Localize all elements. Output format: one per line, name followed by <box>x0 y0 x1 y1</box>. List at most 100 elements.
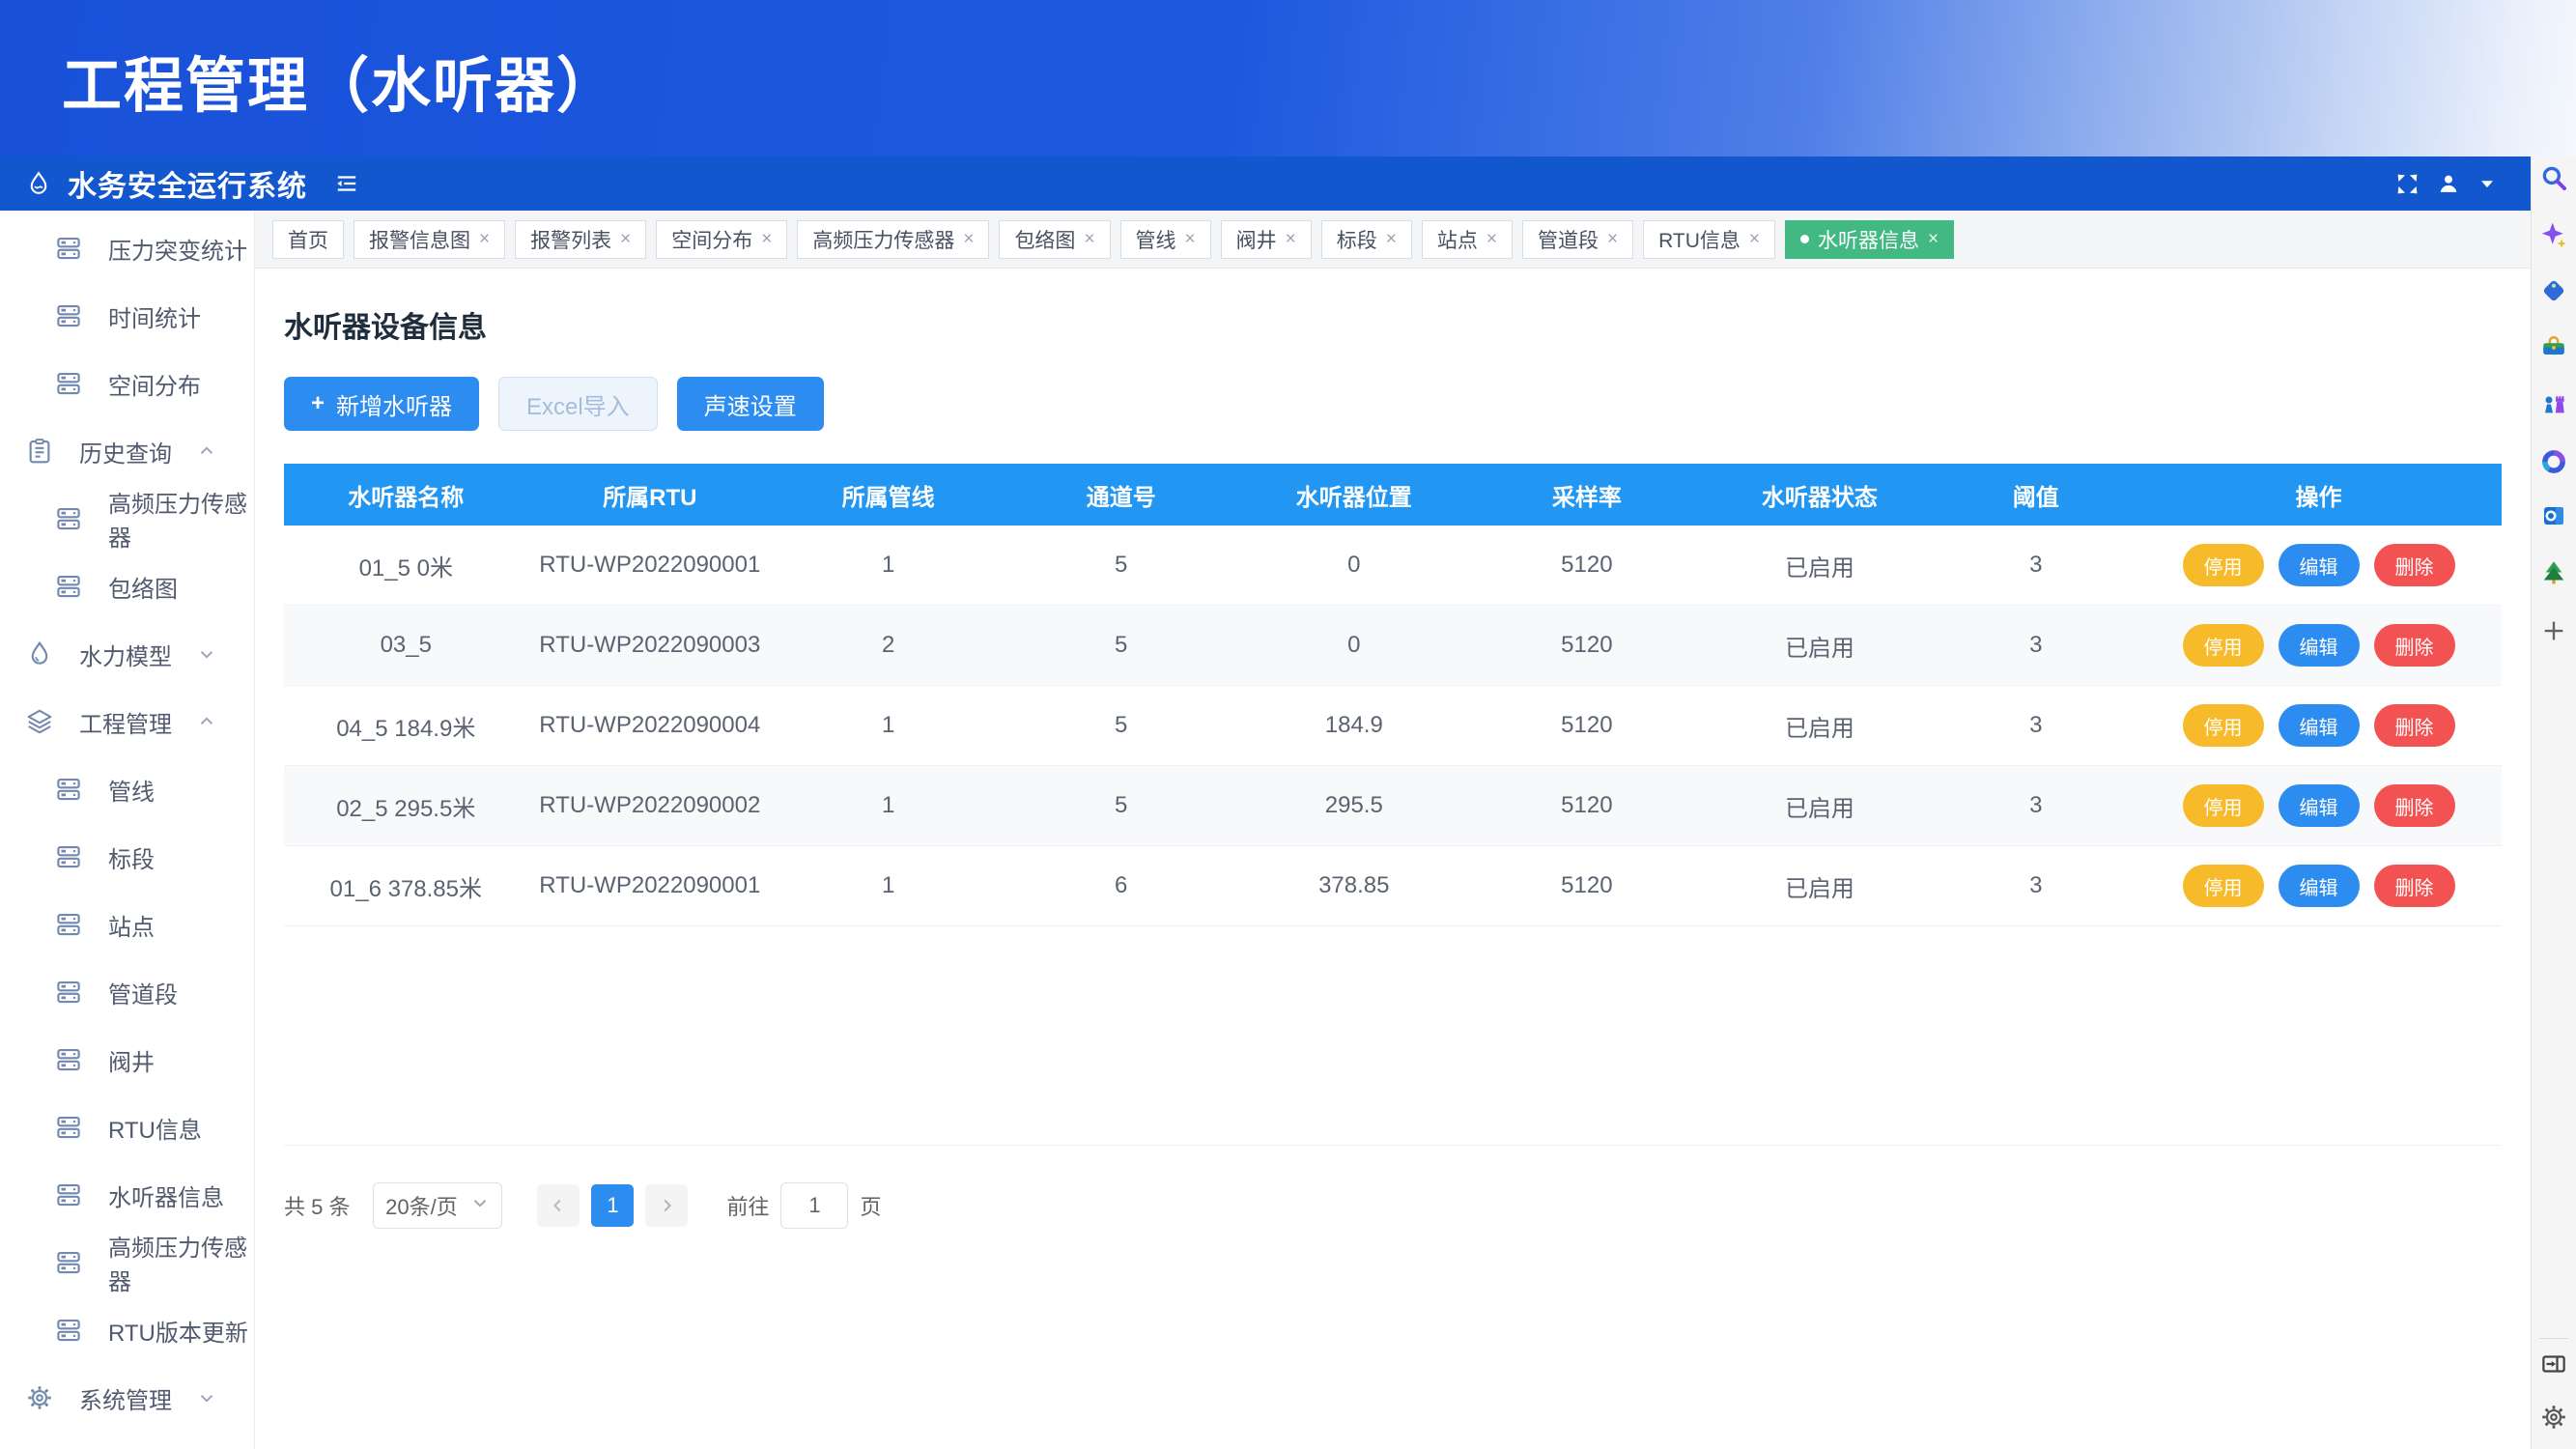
close-icon[interactable] <box>1286 230 1296 248</box>
delete-button[interactable]: 删除 <box>2374 865 2455 907</box>
table-cell: 3 <box>1936 526 2136 606</box>
column-header: 水听器状态 <box>1703 464 1936 526</box>
sidebar-item-阀井[interactable]: 阀井 <box>0 1026 254 1094</box>
close-icon[interactable] <box>1386 230 1397 248</box>
close-icon[interactable] <box>1928 230 1939 248</box>
tab-RTU信息[interactable]: RTU信息 <box>1643 220 1775 259</box>
disable-button[interactable]: 停用 <box>2183 784 2264 827</box>
m365-ring-icon[interactable] <box>2539 447 2568 476</box>
sidebar-item-高频压力传感器[interactable]: 高频压力传感器 <box>0 485 254 553</box>
tab-水听器信息[interactable]: 水听器信息 <box>1785 220 1954 259</box>
menu-grid-icon <box>54 369 83 398</box>
prev-page-button[interactable] <box>537 1184 580 1227</box>
tab-报警信息图[interactable]: 报警信息图 <box>354 220 505 259</box>
column-header: 所属RTU <box>528 464 773 526</box>
layers-icon <box>25 707 54 736</box>
close-icon[interactable] <box>620 230 631 248</box>
tab-标段[interactable]: 标段 <box>1321 220 1412 259</box>
settings-gear-icon[interactable] <box>2539 1403 2568 1432</box>
page-size-select[interactable]: 20条/页 <box>373 1182 502 1229</box>
sidebar-item-管道段[interactable]: 管道段 <box>0 958 254 1026</box>
tab-空间分布[interactable]: 空间分布 <box>656 220 787 259</box>
sidebar-item-压力突变统计[interactable]: 压力突变统计 <box>0 214 254 282</box>
tab-阀井[interactable]: 阀井 <box>1221 220 1312 259</box>
sidebar-item-label: 管道段 <box>108 976 178 1009</box>
edit-button[interactable]: 编辑 <box>2279 544 2360 586</box>
next-page-button[interactable] <box>645 1184 688 1227</box>
tab-站点[interactable]: 站点 <box>1422 220 1513 259</box>
sidebar-item-历史查询[interactable]: 历史查询 <box>0 417 254 485</box>
drop-icon <box>25 639 54 668</box>
disable-button[interactable]: 停用 <box>2183 624 2264 667</box>
shopping-tag-icon[interactable] <box>2539 276 2568 305</box>
menu-grid-icon <box>54 1045 83 1074</box>
games-chess-icon[interactable] <box>2539 389 2568 418</box>
sidebar-item-标段[interactable]: 标段 <box>0 823 254 891</box>
excel-import-button[interactable]: Excel导入 <box>498 377 658 431</box>
delete-button[interactable]: 删除 <box>2374 704 2455 747</box>
fullscreen-icon[interactable] <box>2394 171 2420 197</box>
close-icon[interactable] <box>479 230 490 248</box>
sidebar-item-包络图[interactable]: 包络图 <box>0 553 254 620</box>
sidebar-item-RTU信息[interactable]: RTU信息 <box>0 1094 254 1161</box>
plus-icon <box>311 390 325 417</box>
sidebar-item-系统管理[interactable]: 系统管理 <box>0 1364 254 1432</box>
edit-button[interactable]: 编辑 <box>2279 704 2360 747</box>
caret-down-icon[interactable] <box>2477 173 2498 194</box>
disable-button[interactable]: 停用 <box>2183 865 2264 907</box>
pager: 1 <box>537 1184 688 1227</box>
actions-cell: 停用编辑删除 <box>2136 686 2502 766</box>
edit-button[interactable]: 编辑 <box>2279 784 2360 827</box>
disable-button[interactable]: 停用 <box>2183 544 2264 586</box>
sidebar-item-水听器信息[interactable]: 水听器信息 <box>0 1161 254 1229</box>
page-banner: 工程管理（水听器） <box>0 0 2576 156</box>
delete-button[interactable]: 删除 <box>2374 544 2455 586</box>
edit-button[interactable]: 编辑 <box>2279 624 2360 667</box>
delete-button[interactable]: 删除 <box>2374 784 2455 827</box>
disable-button[interactable]: 停用 <box>2183 704 2264 747</box>
add-hydrophone-button[interactable]: 新增水听器 <box>284 377 479 431</box>
table-row: 02_5 295.5米RTU-WP202209000215295.55120已启… <box>284 766 2502 846</box>
panel-collapse-icon[interactable] <box>2539 1350 2568 1378</box>
tab-label: 包络图 <box>1014 225 1075 254</box>
menu-fold-icon[interactable] <box>334 171 359 196</box>
add-icon[interactable] <box>2539 616 2568 645</box>
tree-icon[interactable] <box>2539 558 2568 587</box>
close-icon[interactable] <box>1749 230 1760 248</box>
sidebar-item-时间统计[interactable]: 时间统计 <box>0 282 254 350</box>
goto-page-input[interactable] <box>780 1182 848 1229</box>
close-icon[interactable] <box>1185 230 1196 248</box>
tab-管道段[interactable]: 管道段 <box>1522 220 1633 259</box>
close-icon[interactable] <box>1084 230 1094 248</box>
close-icon[interactable] <box>1607 230 1618 248</box>
sidebar-item-label: RTU版本更新 <box>108 1314 248 1348</box>
copilot-sparkle-icon[interactable] <box>2539 220 2568 249</box>
tab-包络图[interactable]: 包络图 <box>999 220 1110 259</box>
close-icon[interactable] <box>761 230 772 248</box>
search-icon[interactable] <box>2539 163 2568 192</box>
column-header: 操作 <box>2136 464 2502 526</box>
close-icon[interactable] <box>963 230 974 248</box>
sidebar-item-水力模型[interactable]: 水力模型 <box>0 620 254 688</box>
tab-高频压力传感器[interactable]: 高频压力传感器 <box>797 220 989 259</box>
current-page-button[interactable]: 1 <box>591 1184 634 1227</box>
table-cell: 295.5 <box>1237 766 1470 846</box>
sidebar-item-工程管理[interactable]: 工程管理 <box>0 688 254 755</box>
sidebar-item-高频压力传感器[interactable]: 高频压力传感器 <box>0 1229 254 1296</box>
sidebar-item-RTU版本更新[interactable]: RTU版本更新 <box>0 1296 254 1364</box>
delete-button[interactable]: 删除 <box>2374 624 2455 667</box>
tab-首页[interactable]: 首页 <box>272 220 344 259</box>
sidebar-item-label: 标段 <box>108 840 155 874</box>
toolbox-icon[interactable] <box>2539 332 2568 361</box>
sidebar-item-空间分布[interactable]: 空间分布 <box>0 350 254 417</box>
edit-button[interactable]: 编辑 <box>2279 865 2360 907</box>
user-icon[interactable] <box>2436 171 2461 196</box>
sidebar-item-站点[interactable]: 站点 <box>0 891 254 958</box>
sound-speed-button[interactable]: 声速设置 <box>677 377 824 431</box>
tab-报警列表[interactable]: 报警列表 <box>515 220 646 259</box>
close-icon[interactable] <box>1486 230 1497 248</box>
sidebar-item-管线[interactable]: 管线 <box>0 755 254 823</box>
tab-管线[interactable]: 管线 <box>1120 220 1211 259</box>
outlook-icon[interactable] <box>2539 501 2568 530</box>
table-cell: 已启用 <box>1703 766 1936 846</box>
